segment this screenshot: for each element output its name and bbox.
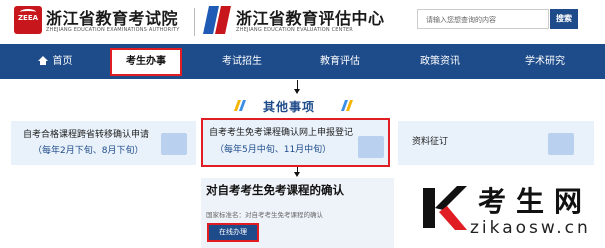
exam-authority-logo[interactable]: ZEEA: [14, 6, 42, 34]
card-schedule: （每年2月下旬、8月下旬）: [33, 146, 144, 156]
exam-authority-en-name: ZHEJIANG EDUCATION EXAMINATIONS AUTHORIT…: [46, 27, 180, 33]
flow-arrow-head: [294, 172, 300, 177]
exam-authority-name[interactable]: 浙江省教育考试院: [46, 5, 178, 29]
card-transfer-confirmation[interactable]: 自考合格课程跨省转移确认申请 （每年2月下旬、8月下旬）: [11, 121, 196, 165]
search-button[interactable]: 搜索: [550, 9, 578, 29]
card-schedule: （每年5月中旬、11月中旬）: [215, 145, 332, 155]
nav-item-education-evaluation[interactable]: 教育评估: [310, 44, 370, 79]
search-input[interactable]: 请输入您想查询的内容: [417, 9, 549, 29]
nav-item-academic-research[interactable]: 学术研究: [515, 44, 575, 79]
document-icon: [161, 133, 187, 155]
watermark-url: zikaosw.cn: [470, 218, 591, 238]
header-divider: [194, 8, 195, 36]
card-title: 自考考生免考课程确认网上申报登记: [209, 128, 354, 138]
flow-arrow-head: [294, 89, 300, 94]
service-standard-name: 国家标准名：对自考考生免考课程的确认: [206, 211, 323, 219]
nav-item-candidate-services[interactable]: 考生办事: [110, 48, 182, 76]
evaluation-center-name[interactable]: 浙江省教育评估中心: [236, 5, 385, 29]
computer-icon: [358, 136, 384, 158]
evaluation-center-logo[interactable]: [203, 6, 231, 34]
nav-item-policy-news[interactable]: 政策资讯: [410, 44, 470, 79]
card-title: 资料征订: [412, 137, 449, 147]
nav-item-exam-admission[interactable]: 考试招生: [212, 44, 272, 79]
nav-item-home[interactable]: 首页: [25, 44, 85, 79]
card-materials-ordering[interactable]: 资料征订: [398, 121, 594, 165]
watermark-logo-icon: [423, 186, 467, 230]
service-title: 对自考考生免考课程的确认: [206, 183, 344, 197]
card-exemption-registration[interactable]: 自考考生免考课程确认网上申报登记 （每年5月中旬、11月中旬）: [201, 118, 390, 167]
apply-online-button[interactable]: 在线办理: [207, 223, 259, 242]
watermark-text: 考生网: [478, 185, 593, 218]
home-icon: [37, 56, 48, 65]
card-title: 自考合格课程跨省转移确认申请: [23, 130, 150, 140]
section-title: 其他事项: [263, 100, 316, 114]
evaluation-center-en-name: ZHEJIANG EDUCATION EVALUATION CENTER: [236, 27, 353, 33]
book-icon: [548, 133, 574, 155]
